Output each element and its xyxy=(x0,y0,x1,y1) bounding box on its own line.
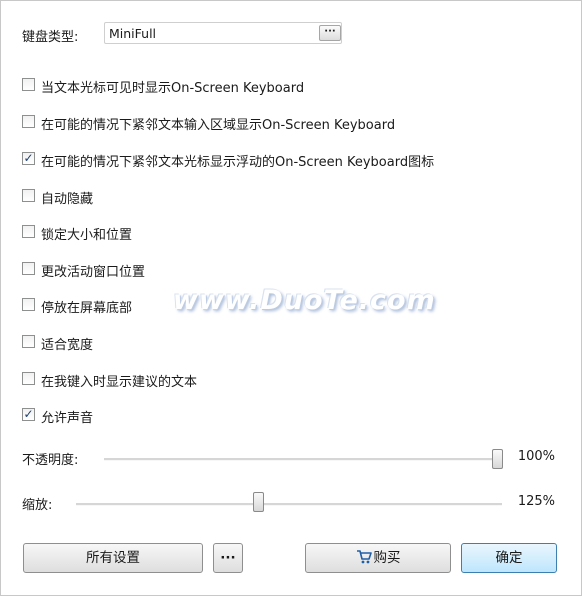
option-label: 在可能的情况下紧邻文本光标显示浮动的On-Screen Keyboard图标 xyxy=(41,155,435,170)
checkbox[interactable] xyxy=(22,298,35,311)
checkbox[interactable] xyxy=(22,225,35,238)
all-settings-button[interactable]: 所有设置 xyxy=(23,543,203,573)
opacity-slider-track[interactable] xyxy=(104,458,502,461)
checkbox[interactable]: ✓ xyxy=(22,152,35,165)
option-label: 当文本光标可见时显示On-Screen Keyboard xyxy=(41,81,305,96)
option-label: 适合宽度 xyxy=(41,338,94,353)
zoom-value: 125% xyxy=(517,494,555,509)
buy-button[interactable]: 购买 xyxy=(305,543,451,573)
opacity-value: 100% xyxy=(517,449,555,464)
cart-icon xyxy=(356,550,372,564)
keyboard-type-label: 键盘类型: xyxy=(22,30,79,45)
zoom-slider-thumb[interactable] xyxy=(253,492,264,512)
check-icon: ✓ xyxy=(23,151,34,165)
option-label: 允许声音 xyxy=(41,411,94,426)
check-icon: ✓ xyxy=(23,407,34,421)
watermark: www.DuoTe.com xyxy=(173,285,436,316)
checkbox[interactable] xyxy=(22,115,35,128)
ok-button[interactable]: 确定 xyxy=(461,543,557,573)
settings-dialog: 键盘类型: MiniFull ··· 当文本光标可见时显示On-Screen K… xyxy=(0,0,582,596)
zoom-label: 缩放: xyxy=(22,498,53,513)
option-label: 自动隐藏 xyxy=(41,192,94,207)
option-label: 锁定大小和位置 xyxy=(41,228,133,243)
checkbox[interactable] xyxy=(22,335,35,348)
keyboard-type-value: MiniFull xyxy=(109,26,157,41)
zoom-slider-track[interactable] xyxy=(76,503,502,506)
keyboard-type-field[interactable]: MiniFull ··· xyxy=(104,22,342,44)
checkbox[interactable] xyxy=(22,78,35,91)
checkbox[interactable]: ✓ xyxy=(22,408,35,421)
option-label: 在我键入时显示建议的文本 xyxy=(41,375,198,390)
opacity-slider-thumb[interactable] xyxy=(492,449,503,469)
checkbox[interactable] xyxy=(22,189,35,202)
more-options-button[interactable]: ··· xyxy=(213,543,243,573)
buy-label: 购买 xyxy=(373,550,401,566)
option-label: 停放在屏幕底部 xyxy=(41,301,133,316)
keyboard-type-browse-button[interactable]: ··· xyxy=(319,25,341,41)
checkbox[interactable] xyxy=(22,262,35,275)
option-label: 在可能的情况下紧邻文本输入区域显示On-Screen Keyboard xyxy=(41,118,396,133)
option-label: 更改活动窗口位置 xyxy=(41,265,146,280)
opacity-label: 不透明度: xyxy=(22,453,79,468)
checkbox[interactable] xyxy=(22,372,35,385)
